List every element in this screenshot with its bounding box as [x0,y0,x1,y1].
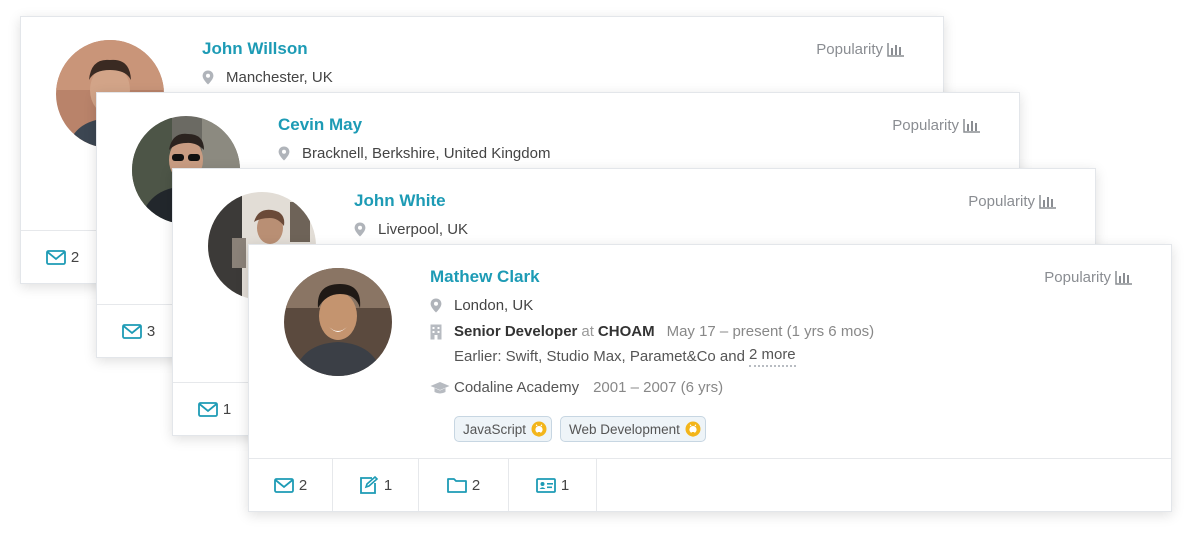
messages-button[interactable]: 3 [97,305,181,357]
notes-count: 1 [383,476,393,494]
messages-button[interactable]: 1 [173,383,257,435]
messages-count: 2 [70,248,80,266]
id-card-icon [535,477,556,493]
education-row: Codaline Academy 2001 – 2007 (6 yrs) [430,379,723,396]
experience-row: Senior Developer at CHOAM May 17 – prese… [430,323,874,340]
location-text: Bracknell, Berkshire, United Kingdom [302,145,551,162]
graduation-cap-icon [430,381,454,395]
messages-button[interactable]: 2 [21,231,105,283]
bar-chart-icon [887,43,904,57]
map-pin-icon [202,70,226,85]
notes-button[interactable]: 1 [333,459,419,511]
skill-tag-web-development[interactable]: Web Development [560,416,706,442]
location-text: London, UK [454,297,534,314]
popularity-button[interactable]: Popularity [1044,269,1133,286]
skill-tag-label: Web Development [569,421,680,437]
folders-count: 2 [471,476,481,494]
bar-chart-icon [1115,271,1132,285]
skill-tag-label: JavaScript [463,421,527,437]
earlier-experience-text: Earlier: Swift, Studio Max, Paramet&Co a… [454,348,745,365]
location-row: London, UK [430,297,533,314]
more-experience-link[interactable]: 2 more [748,346,796,367]
folder-icon [446,478,467,493]
popularity-button[interactable]: Popularity [892,117,981,134]
map-pin-icon [430,298,454,313]
envelope-icon [45,249,66,265]
popularity-button[interactable]: Popularity [816,41,905,58]
bar-chart-icon [1039,195,1056,209]
folders-button[interactable]: 2 [419,459,509,511]
popularity-label: Popularity [892,117,959,134]
contacts-button[interactable]: 1 [509,459,597,511]
bar-chart-icon [963,119,980,133]
messages-count: 1 [222,400,232,418]
contacts-count: 1 [560,476,570,494]
envelope-icon [197,401,218,417]
location-text: Liverpool, UK [378,221,469,238]
school-name: Codaline Academy [454,379,580,396]
github-icon [685,421,701,437]
location-text: Manchester, UK [226,69,333,86]
avatar-photo [284,268,392,376]
skill-tags: JavaScript Web Development [454,416,706,442]
location-row: Manchester, UK [202,69,333,86]
education-dates: 2001 – 2007 (6 yrs) [593,379,724,396]
candidate-name[interactable]: Cevin May [278,115,362,135]
candidate-name[interactable]: Mathew Clark [430,267,540,287]
building-icon [430,324,454,340]
location-row: Bracknell, Berkshire, United Kingdom [278,145,550,162]
map-pin-icon [354,222,378,237]
avatar[interactable] [284,268,392,376]
candidate-card-mathew-clark[interactable]: Mathew Clark Popularity London, UK Senio… [248,244,1172,512]
popularity-button[interactable]: Popularity [968,193,1057,210]
messages-button[interactable]: 2 [249,459,333,511]
messages-count: 3 [146,322,156,340]
candidate-name[interactable]: John White [354,191,446,211]
job-title: Senior Developer [454,323,578,340]
map-pin-icon [278,146,302,161]
popularity-label: Popularity [968,193,1035,210]
skill-tag-javascript[interactable]: JavaScript [454,416,553,442]
candidate-name[interactable]: John Willson [202,39,308,59]
job-company[interactable]: CHOAM [598,323,655,340]
job-dates: May 17 – present (1 yrs 6 mos) [666,323,875,340]
envelope-icon [273,477,294,493]
job-at: at [581,323,594,340]
messages-count: 2 [298,476,308,494]
popularity-label: Popularity [1044,269,1111,286]
earlier-experience-row: Earlier: Swift, Studio Max, Paramet&Co a… [454,346,796,367]
envelope-icon [121,323,142,339]
edit-note-icon [359,476,378,494]
github-icon [531,421,547,437]
popularity-label: Popularity [816,41,883,58]
location-row: Liverpool, UK [354,221,468,238]
card-footer: 2 1 2 1 [249,458,1171,511]
